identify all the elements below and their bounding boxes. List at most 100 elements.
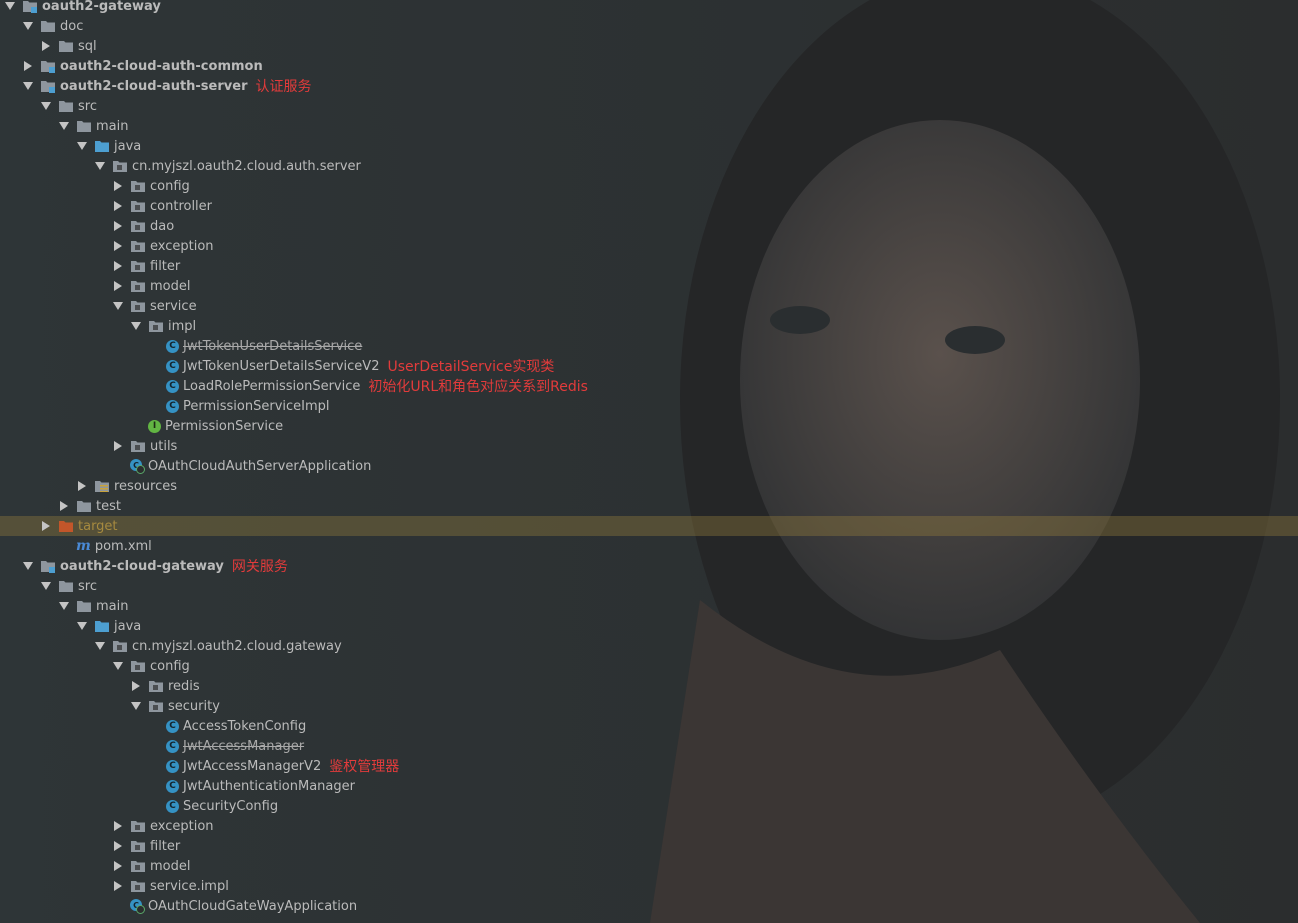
tree-row[interactable]: cn.myjszl.oauth2.cloud.auth.server	[0, 156, 1298, 176]
expanded-arrow-icon[interactable]	[58, 120, 70, 132]
tree-row[interactable]: doc	[0, 16, 1298, 36]
tree-row[interactable]: src	[0, 96, 1298, 116]
tree-row[interactable]: src	[0, 576, 1298, 596]
tree-row[interactable]: oauth2-gateway	[0, 0, 1298, 16]
expanded-arrow-icon[interactable]	[58, 600, 70, 612]
tree-row[interactable]: C JwtTokenUserDetailsServiceV2 UserDetailS…	[0, 356, 1298, 376]
tree-row[interactable]: controller	[0, 196, 1298, 216]
tree-row[interactable]: filter	[0, 256, 1298, 276]
tree-row[interactable]: target	[0, 516, 1298, 536]
expanded-arrow-icon[interactable]	[130, 320, 142, 332]
expanded-arrow-icon[interactable]	[40, 580, 52, 592]
tree-item-label: PermissionService	[165, 418, 284, 434]
collapsed-arrow-icon[interactable]	[112, 220, 124, 232]
expanded-arrow-icon[interactable]	[22, 560, 34, 572]
collapsed-arrow-icon[interactable]	[112, 260, 124, 272]
expanded-arrow-icon[interactable]	[76, 620, 88, 632]
tree-row[interactable]: java	[0, 136, 1298, 156]
tree-row[interactable]: utils	[0, 436, 1298, 456]
expanded-arrow-icon[interactable]	[112, 300, 124, 312]
expanded-arrow-icon[interactable]	[112, 660, 124, 672]
tree-item-label: utils	[150, 438, 178, 454]
tree-row[interactable]: service.impl	[0, 876, 1298, 896]
tree-row[interactable]: sql	[0, 36, 1298, 56]
package-icon	[148, 699, 164, 713]
package-icon	[130, 219, 146, 233]
tree-item-label: java	[114, 138, 142, 154]
expanded-arrow-icon[interactable]	[40, 100, 52, 112]
collapsed-arrow-icon[interactable]	[112, 280, 124, 292]
tree-item-label: doc	[60, 18, 84, 34]
tree-row[interactable]: C JwtTokenUserDetailsService	[0, 336, 1298, 356]
expanded-arrow-icon[interactable]	[94, 160, 106, 172]
collapsed-arrow-icon[interactable]	[112, 180, 124, 192]
folder-icon	[58, 579, 74, 593]
tree-row[interactable]: service	[0, 296, 1298, 316]
tree-row[interactable]: main	[0, 596, 1298, 616]
class-icon: C	[166, 359, 179, 373]
collapsed-arrow-icon[interactable]	[40, 520, 52, 532]
collapsed-arrow-icon[interactable]	[40, 40, 52, 52]
folder-icon	[76, 119, 92, 133]
tree-row[interactable]: exception	[0, 816, 1298, 836]
tree-item-label: OAuthCloudAuthServerApplication	[148, 458, 372, 474]
collapsed-arrow-icon[interactable]	[130, 680, 142, 692]
tree-row[interactable]: C SecurityConfig	[0, 796, 1298, 816]
tree-row[interactable]: oauth2-cloud-auth-common	[0, 56, 1298, 76]
tree-item-label: oauth2-cloud-auth-common	[60, 58, 263, 74]
tree-row[interactable]: dao	[0, 216, 1298, 236]
tree-row[interactable]: C JwtAuthenticationManager	[0, 776, 1298, 796]
collapsed-arrow-icon[interactable]	[112, 880, 124, 892]
tree-item-label: exception	[150, 238, 214, 254]
expanded-arrow-icon[interactable]	[22, 20, 34, 32]
class-icon: C	[166, 719, 179, 733]
project-tree: oauth2-gateway doc sql oauth2-cloud-auth-co…	[0, 0, 1298, 923]
tree-row[interactable]: config	[0, 176, 1298, 196]
collapsed-arrow-icon[interactable]	[76, 480, 88, 492]
tree-item-label: oauth2-cloud-gateway	[60, 558, 224, 574]
tree-row[interactable]: C OAuthCloudGateWayApplication	[0, 896, 1298, 916]
tree-item-label: src	[78, 578, 97, 594]
tree-row[interactable]: oauth2-cloud-gateway 网关服务	[0, 556, 1298, 576]
expanded-arrow-icon[interactable]	[4, 0, 16, 12]
expanded-arrow-icon[interactable]	[76, 140, 88, 152]
tree-row[interactable]: C OAuthCloudAuthServerApplication	[0, 456, 1298, 476]
tree-row[interactable]: C LoadRolePermissionService 初始化URL和角色对应关系到…	[0, 376, 1298, 396]
tree-row[interactable]: java	[0, 616, 1298, 636]
tree-item-label: JwtTokenUserDetailsService	[183, 338, 363, 354]
collapsed-arrow-icon[interactable]	[112, 200, 124, 212]
tree-row[interactable]: m pom.xml	[0, 536, 1298, 556]
package-icon	[148, 319, 164, 333]
tree-row[interactable]: model	[0, 856, 1298, 876]
collapsed-arrow-icon[interactable]	[112, 840, 124, 852]
tree-row[interactable]: C AccessTokenConfig	[0, 716, 1298, 736]
tree-row[interactable]: filter	[0, 836, 1298, 856]
collapsed-arrow-icon[interactable]	[112, 860, 124, 872]
tree-row[interactable]: resources	[0, 476, 1298, 496]
collapsed-arrow-icon[interactable]	[112, 440, 124, 452]
tree-item-label: config	[150, 178, 190, 194]
tree-row[interactable]: main	[0, 116, 1298, 136]
tree-row[interactable]: config	[0, 656, 1298, 676]
collapsed-arrow-icon[interactable]	[112, 240, 124, 252]
tree-row[interactable]: C JwtAccessManagerV2 鉴权管理器	[0, 756, 1298, 776]
tree-row[interactable]: test	[0, 496, 1298, 516]
tree-row[interactable]: security	[0, 696, 1298, 716]
collapsed-arrow-icon[interactable]	[58, 500, 70, 512]
tree-row[interactable]: C PermissionServiceImpl	[0, 396, 1298, 416]
collapsed-arrow-icon[interactable]	[22, 60, 34, 72]
tree-row[interactable]: exception	[0, 236, 1298, 256]
tree-row[interactable]: model	[0, 276, 1298, 296]
expanded-arrow-icon[interactable]	[22, 80, 34, 92]
tree-row[interactable]: impl	[0, 316, 1298, 336]
expanded-arrow-icon[interactable]	[94, 640, 106, 652]
collapsed-arrow-icon[interactable]	[112, 820, 124, 832]
expanded-arrow-icon[interactable]	[130, 700, 142, 712]
tree-item-label: pom.xml	[94, 538, 152, 554]
tree-row[interactable]: redis	[0, 676, 1298, 696]
tree-row[interactable]: oauth2-cloud-auth-server 认证服务	[0, 76, 1298, 96]
tree-row[interactable]: cn.myjszl.oauth2.cloud.gateway	[0, 636, 1298, 656]
tree-row[interactable]: I PermissionService	[0, 416, 1298, 436]
tree-item-label: cn.myjszl.oauth2.cloud.gateway	[132, 638, 342, 654]
tree-row[interactable]: C JwtAccessManager	[0, 736, 1298, 756]
